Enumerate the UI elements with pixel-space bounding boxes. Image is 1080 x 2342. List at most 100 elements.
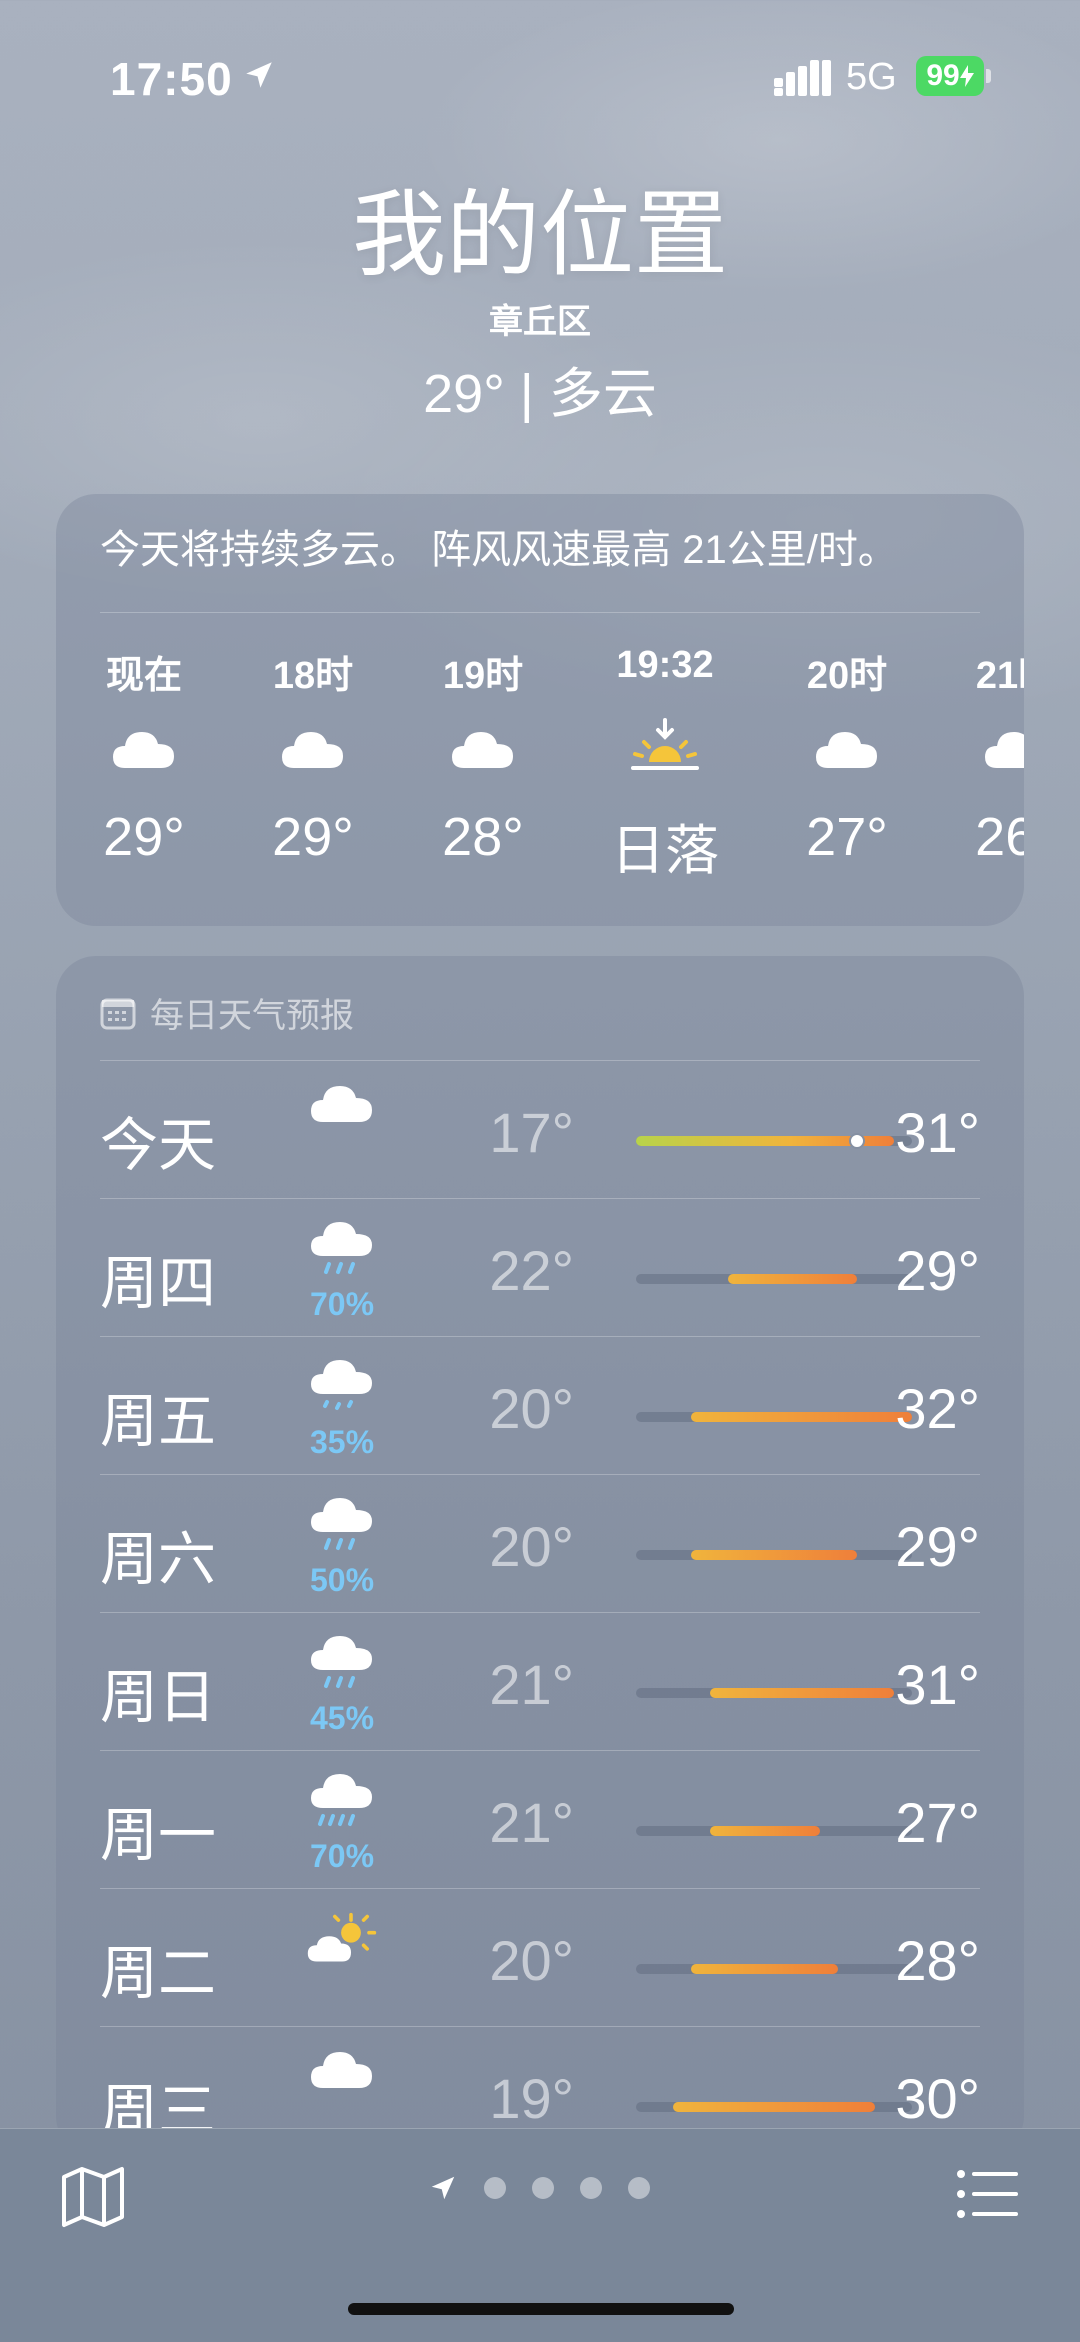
- location-arrow-icon[interactable]: [428, 2173, 458, 2203]
- day-label: 周四: [100, 1251, 217, 1316]
- temp-range-bar: [709, 1688, 894, 1698]
- day-label: 周一: [100, 1803, 217, 1868]
- temp-range-bar: [691, 1550, 857, 1560]
- heavy-rain-cloud-icon: [306, 1770, 378, 1840]
- signal-icon: [774, 60, 831, 96]
- day-label: 周五: [100, 1389, 217, 1454]
- divider: [100, 1474, 980, 1475]
- district-name: 章丘区: [489, 303, 591, 341]
- cloud-icon: [306, 2046, 378, 2116]
- low-temp: 20°: [489, 1377, 574, 1440]
- sunset-icon: [631, 718, 699, 770]
- forecast-description: 今天将持续多云。 阵风风速最高 21公里/时。: [100, 528, 898, 572]
- page-indicator[interactable]: [428, 2173, 650, 2203]
- high-temp: 27°: [895, 1791, 980, 1854]
- daily-forecast-title: 每日天气预报: [150, 997, 354, 1035]
- day-label: 周六: [100, 1527, 217, 1592]
- map-icon[interactable]: [60, 2163, 126, 2229]
- temp-range-track: [636, 2102, 912, 2112]
- high-temp: 30°: [895, 2067, 980, 2130]
- daily-row: 周六 50% 20° 29°: [100, 1474, 980, 1612]
- daily-row: 周五 35% 20° 32°: [100, 1336, 980, 1474]
- hour-temp: 29°: [272, 807, 354, 867]
- battery-level: 99: [926, 59, 960, 92]
- divider: [100, 1888, 980, 1889]
- daily-forecast-header: 每日天气预报: [100, 988, 354, 1037]
- page-dot-icon[interactable]: [580, 2177, 602, 2199]
- cloud-icon: [306, 1080, 378, 1150]
- temp-range-track: [636, 1964, 912, 1974]
- low-temp: 21°: [489, 1653, 574, 1716]
- temp-range-bar: [691, 1964, 839, 1974]
- status-bar: 17:50 5G 99: [0, 0, 1080, 150]
- low-temp: 22°: [489, 1239, 574, 1302]
- low-temp: 19°: [489, 2067, 574, 2130]
- high-temp: 29°: [895, 1515, 980, 1578]
- cloud-icon: [452, 732, 513, 768]
- current-summary: 29° | 多云: [423, 364, 657, 424]
- hour-item: 19:32 日落: [605, 644, 725, 885]
- home-indicator[interactable]: [348, 2303, 734, 2315]
- drizzle-cloud-icon: [306, 1356, 378, 1426]
- hour-item: 20时 27°: [787, 644, 907, 868]
- temp-range-bar: [709, 1826, 820, 1836]
- hour-item: 21时 26°: [956, 644, 1024, 868]
- temp-range-track: [636, 1412, 912, 1422]
- battery-indicator: 99: [916, 56, 984, 96]
- daily-row: 周一 70% 21° 27°: [100, 1750, 980, 1888]
- battery-nub: [986, 69, 991, 83]
- day-label: 周日: [100, 1665, 217, 1730]
- daily-forecast-card[interactable]: 每日天气预报 今天 17° 31° 周四 70% 22° 29° 周五 35% 20° 32° 周六 5…: [56, 956, 1024, 2156]
- calendar-icon: [100, 998, 136, 1029]
- temp-range-bar: [691, 1412, 912, 1422]
- rain-cloud-icon: [306, 1218, 378, 1288]
- high-temp: 32°: [895, 1377, 980, 1440]
- page-dot-icon[interactable]: [484, 2177, 506, 2199]
- low-temp: 20°: [489, 1929, 574, 1992]
- daily-row: 周日 45% 21° 31°: [100, 1612, 980, 1750]
- cloud-icon: [985, 732, 1024, 768]
- page-dot-icon[interactable]: [628, 2177, 650, 2199]
- cloud-icon: [282, 732, 343, 768]
- hourly-forecast-card[interactable]: 今天将持续多云。 阵风风速最高 21公里/时。 现在 29° 18时 29° 1…: [56, 494, 1024, 926]
- hour-item: 18时 29°: [253, 644, 373, 868]
- high-temp: 29°: [895, 1239, 980, 1302]
- temp-range-track: [636, 1826, 912, 1836]
- temp-range-track: [636, 1550, 912, 1560]
- hour-label: 19时: [442, 655, 524, 697]
- hour-label: 19:32: [616, 644, 714, 686]
- temp-range-bar: [672, 2102, 876, 2112]
- hour-label: 20时: [806, 655, 888, 697]
- daily-row: 周二 20° 28°: [100, 1888, 980, 2026]
- divider: [100, 1750, 980, 1751]
- location-header: 我的位置 章丘区 29° | 多云: [0, 180, 1080, 428]
- hour-label: 18时: [272, 655, 354, 697]
- list-icon[interactable]: [956, 2169, 1020, 2219]
- hour-temp: 日落: [611, 821, 719, 881]
- daily-row: 周四 70% 22° 29°: [100, 1198, 980, 1336]
- network-type: 5G: [846, 56, 897, 98]
- precip-chance: 50%: [309, 1562, 375, 1598]
- divider: [100, 2026, 980, 2027]
- page-dot-icon[interactable]: [532, 2177, 554, 2199]
- precip-chance: 45%: [309, 1700, 375, 1736]
- daily-row: 今天 17° 31°: [100, 1060, 980, 1198]
- precip-chance: 70%: [309, 1286, 375, 1322]
- day-label: 周二: [100, 1941, 217, 2006]
- day-label: 今天: [100, 1113, 217, 1178]
- divider: [100, 1336, 980, 1337]
- low-temp: 21°: [489, 1791, 574, 1854]
- hour-item: 19时 28°: [423, 644, 543, 868]
- hour-label: 21时: [975, 655, 1024, 697]
- hour-temp: 26°: [975, 807, 1024, 867]
- high-temp: 28°: [895, 1929, 980, 1992]
- hour-item: 现在 29°: [84, 644, 204, 868]
- temp-range-bar: [728, 1274, 857, 1284]
- divider: [100, 1198, 980, 1199]
- hour-label: 现在: [105, 655, 182, 697]
- location-arrow-icon: [246, 62, 272, 88]
- location-title: 我的位置: [351, 182, 728, 287]
- status-time: 17:50: [110, 53, 233, 105]
- temp-range-track: [636, 1133, 912, 1149]
- high-temp: 31°: [895, 1101, 980, 1164]
